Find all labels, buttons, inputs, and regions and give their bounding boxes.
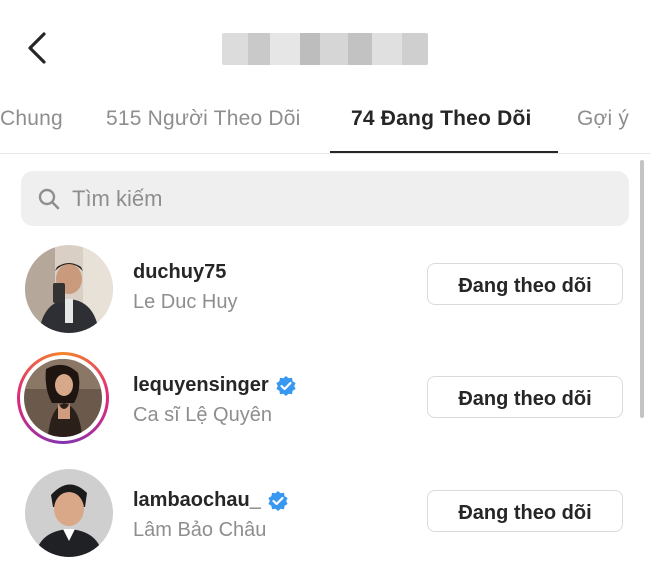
tab-suggestions[interactable]: Gợi ý	[577, 95, 629, 153]
list-item: lequyensinger Ca sĩ Lệ Quyên Đang theo d…	[0, 350, 640, 462]
username: duchuy75	[133, 261, 227, 283]
tab-following[interactable]: 74 Đang Theo Dõi	[351, 95, 532, 153]
list-item: lambaochau_ Lâm Bảo Châu Đang theo dõi	[0, 465, 640, 577]
following-button[interactable]: Đang theo dõi	[427, 490, 623, 532]
user-info[interactable]: lequyensinger Ca sĩ Lệ Quyên	[133, 374, 297, 427]
following-button[interactable]: Đang theo dõi	[427, 263, 623, 305]
search-icon	[38, 188, 60, 210]
avatar[interactable]	[25, 245, 113, 333]
list-item: duchuy75 Le Duc Huy Đang theo dõi	[0, 243, 640, 355]
full-name: Ca sĩ Lệ Quyên	[133, 404, 272, 426]
avatar[interactable]	[25, 469, 113, 557]
user-info[interactable]: duchuy75 Le Duc Huy	[133, 261, 238, 314]
verified-badge-icon	[268, 490, 288, 511]
full-name: Lâm Bảo Châu	[133, 519, 267, 541]
avatar-ring	[17, 469, 113, 561]
active-tab-indicator	[330, 151, 558, 153]
search-placeholder: Tìm kiếm	[72, 186, 163, 211]
tab-followers[interactable]: 515 Người Theo Dõi	[106, 95, 300, 153]
blurred-profile-title	[222, 33, 428, 65]
username: lequyensinger	[133, 374, 269, 396]
scrollbar[interactable]	[640, 160, 644, 418]
verified-badge-icon	[276, 375, 296, 396]
tab-chung[interactable]: Chung	[0, 95, 63, 153]
search-input[interactable]: Tìm kiếm	[21, 171, 629, 226]
back-button[interactable]	[18, 24, 58, 72]
tab-bar: Chung 515 Người Theo Dõi 74 Đang Theo Dõ…	[0, 95, 650, 154]
avatar[interactable]	[24, 359, 102, 437]
story-ring	[17, 352, 109, 444]
user-info[interactable]: lambaochau_ Lâm Bảo Châu	[133, 489, 289, 542]
following-button[interactable]: Đang theo dõi	[427, 376, 623, 418]
full-name: Le Duc Huy	[133, 291, 238, 313]
avatar-ring	[17, 245, 113, 337]
top-bar	[0, 0, 650, 95]
chevron-left-icon	[28, 32, 46, 64]
username: lambaochau_	[133, 489, 261, 511]
